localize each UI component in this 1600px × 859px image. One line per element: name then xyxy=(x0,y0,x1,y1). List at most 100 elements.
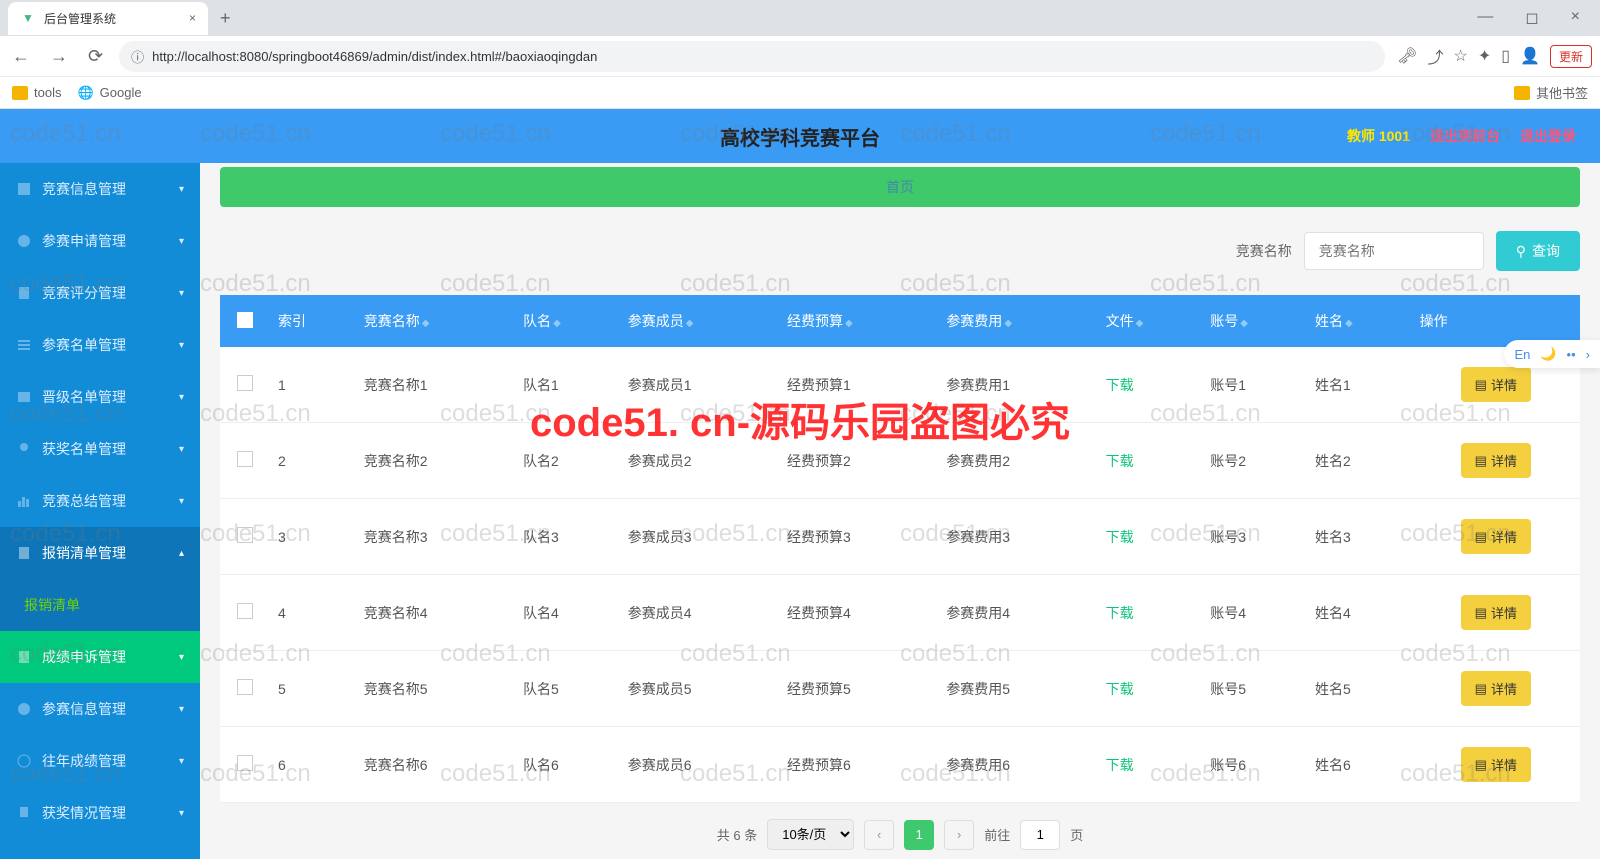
row-checkbox[interactable] xyxy=(237,375,253,391)
search-input[interactable] xyxy=(1304,232,1484,270)
theme-toggle[interactable]: 🌙 xyxy=(1540,346,1556,362)
download-link[interactable]: 下载 xyxy=(1106,453,1134,469)
cell-fee: 参赛费用3 xyxy=(938,499,1097,575)
password-icon[interactable]: 🗝 xyxy=(1397,46,1417,66)
expand-toggle[interactable]: › xyxy=(1586,347,1590,362)
back-button[interactable]: ← xyxy=(8,42,34,71)
data-table: 索引 竞赛名称◆ 队名◆ 参赛成员◆ 经费预算◆ 参赛费用◆ 文件◆ 账号◆ 姓… xyxy=(220,295,1580,803)
sidebar-item-awards-history[interactable]: 获奖情况管理 ▾ xyxy=(0,787,200,839)
sidebar-item-score[interactable]: 竞赛评分管理 ▾ xyxy=(0,267,200,319)
user-label: 教师 1001 xyxy=(1347,126,1410,146)
update-button[interactable]: 更新 xyxy=(1550,45,1592,68)
trophy-icon xyxy=(16,181,32,197)
sidebar-item-apply[interactable]: 参赛申请管理 ▾ xyxy=(0,215,200,267)
main-layout: 竞赛信息管理 ▾ 参赛申请管理 ▾ 竞赛评分管理 ▾ 参赛名单管理 ▾ 晋级名单… xyxy=(0,163,1600,859)
cell-budget: 经费预算2 xyxy=(779,423,938,499)
close-tab-icon[interactable]: × xyxy=(189,11,196,25)
sidebar-item-participants[interactable]: 参赛名单管理 ▾ xyxy=(0,319,200,371)
browser-tab[interactable]: ▼ 后台管理系统 × xyxy=(8,2,208,35)
other-bookmarks[interactable]: 其他书签 xyxy=(1514,83,1588,102)
page-size-select[interactable]: 10条/页 xyxy=(767,819,854,850)
cell-team: 队名1 xyxy=(515,347,620,423)
sidebar-item-contest-data[interactable]: 参赛信息管理 ▾ xyxy=(0,683,200,735)
detail-button[interactable]: ▤ 详情 xyxy=(1461,443,1531,478)
download-link[interactable]: 下载 xyxy=(1106,377,1134,393)
forward-button[interactable]: → xyxy=(46,42,72,71)
sidebar-item-reimburse[interactable]: 报销清单管理 ▴ xyxy=(0,527,200,579)
detail-button[interactable]: ▤ 详情 xyxy=(1461,747,1531,782)
sidebar-item-appeal[interactable]: 成绩申诉管理 ▾ xyxy=(0,631,200,683)
side-widget: En 🌙 •• › xyxy=(1504,340,1600,368)
page-1-button[interactable]: 1 xyxy=(904,820,934,850)
cell-index: 5 xyxy=(270,651,356,727)
cell-account: 账号3 xyxy=(1202,499,1307,575)
download-link[interactable]: 下载 xyxy=(1106,681,1134,697)
search-button[interactable]: ⚲ 查询 xyxy=(1496,231,1580,271)
cell-person: 姓名4 xyxy=(1307,575,1412,651)
header-budget[interactable]: 经费预算◆ xyxy=(779,295,938,347)
cell-name: 竞赛名称1 xyxy=(356,347,515,423)
download-link[interactable]: 下载 xyxy=(1106,529,1134,545)
breadcrumb-home[interactable]: 首页 xyxy=(886,177,914,197)
detail-button[interactable]: ▤ 详情 xyxy=(1461,671,1531,706)
prev-page-button[interactable]: ‹ xyxy=(864,820,894,850)
bookmark-tools[interactable]: tools xyxy=(12,85,61,100)
reload-button[interactable]: ⟳ xyxy=(84,42,107,71)
lang-toggle[interactable]: En xyxy=(1514,347,1530,362)
cell-name: 竞赛名称6 xyxy=(356,727,515,803)
row-checkbox[interactable] xyxy=(237,451,253,467)
chevron-down-icon: ▾ xyxy=(179,444,184,455)
sort-icon: ◆ xyxy=(686,318,694,329)
close-window-icon[interactable]: × xyxy=(1563,4,1588,32)
share-icon[interactable]: ⤴ xyxy=(1427,44,1443,68)
more-toggle[interactable]: •• xyxy=(1567,347,1576,362)
row-checkbox[interactable] xyxy=(237,603,253,619)
logout-link[interactable]: 退出登录 xyxy=(1520,126,1576,146)
detail-icon: ▤ xyxy=(1475,529,1487,545)
header-fee[interactable]: 参赛费用◆ xyxy=(938,295,1097,347)
sidebar-item-history[interactable]: 往年成绩管理 ▾ xyxy=(0,735,200,787)
detail-icon: ▤ xyxy=(1475,605,1487,621)
detail-button[interactable]: ▤ 详情 xyxy=(1461,367,1531,402)
detail-button[interactable]: ▤ 详情 xyxy=(1461,595,1531,630)
header-members[interactable]: 参赛成员◆ xyxy=(620,295,779,347)
profile-icon[interactable]: 👤 xyxy=(1520,46,1540,66)
detail-button[interactable]: ▤ 详情 xyxy=(1461,519,1531,554)
reader-icon[interactable]: ▯ xyxy=(1501,46,1510,66)
minimize-icon[interactable]: — xyxy=(1469,4,1501,32)
url-bar[interactable]: ⓘ http://localhost:8080/springboot46869/… xyxy=(119,41,1385,72)
table-header-row: 索引 竞赛名称◆ 队名◆ 参赛成员◆ 经费预算◆ 参赛费用◆ 文件◆ 账号◆ 姓… xyxy=(220,295,1580,347)
maximize-icon[interactable]: ◻ xyxy=(1517,4,1546,32)
bookmark-bar: tools 🌐 Google 其他书签 xyxy=(0,76,1600,108)
header-file[interactable]: 文件◆ xyxy=(1098,295,1203,347)
sort-icon: ◆ xyxy=(422,318,430,329)
header-account[interactable]: 账号◆ xyxy=(1202,295,1307,347)
cell-budget: 经费预算3 xyxy=(779,499,938,575)
row-checkbox[interactable] xyxy=(237,527,253,543)
sidebar-item-summary[interactable]: 竞赛总结管理 ▾ xyxy=(0,475,200,527)
sidebar-sub-reimburse-list[interactable]: 报销清单 xyxy=(0,579,200,631)
star-icon[interactable]: ☆ xyxy=(1454,46,1468,66)
header-person[interactable]: 姓名◆ xyxy=(1307,295,1412,347)
sidebar-item-award[interactable]: 获奖名单管理 ▾ xyxy=(0,423,200,475)
select-all-checkbox[interactable] xyxy=(237,312,253,328)
exit-front-link[interactable]: 退出到前台 xyxy=(1430,126,1500,146)
extensions-icon[interactable]: ✦ xyxy=(1478,46,1491,66)
sidebar-item-contest-info[interactable]: 竞赛信息管理 ▾ xyxy=(0,163,200,215)
row-checkbox[interactable] xyxy=(237,679,253,695)
header-index[interactable]: 索引 xyxy=(270,295,356,347)
new-tab-button[interactable]: + xyxy=(208,8,243,29)
header-team[interactable]: 队名◆ xyxy=(515,295,620,347)
sidebar-item-promotion[interactable]: 晋级名单管理 ▾ xyxy=(0,371,200,423)
goto-page-input[interactable] xyxy=(1020,820,1060,850)
cell-name: 竞赛名称3 xyxy=(356,499,515,575)
header-name[interactable]: 竞赛名称◆ xyxy=(356,295,515,347)
download-link[interactable]: 下载 xyxy=(1106,757,1134,773)
sort-icon: ◆ xyxy=(553,318,561,329)
download-link[interactable]: 下载 xyxy=(1106,605,1134,621)
cell-members: 参赛成员3 xyxy=(620,499,779,575)
browser-chrome: ▼ 后台管理系统 × + — ◻ × ← → ⟳ ⓘ http://localh… xyxy=(0,0,1600,109)
bookmark-google[interactable]: 🌐 Google xyxy=(77,85,141,101)
next-page-button[interactable]: › xyxy=(944,820,974,850)
row-checkbox[interactable] xyxy=(237,755,253,771)
